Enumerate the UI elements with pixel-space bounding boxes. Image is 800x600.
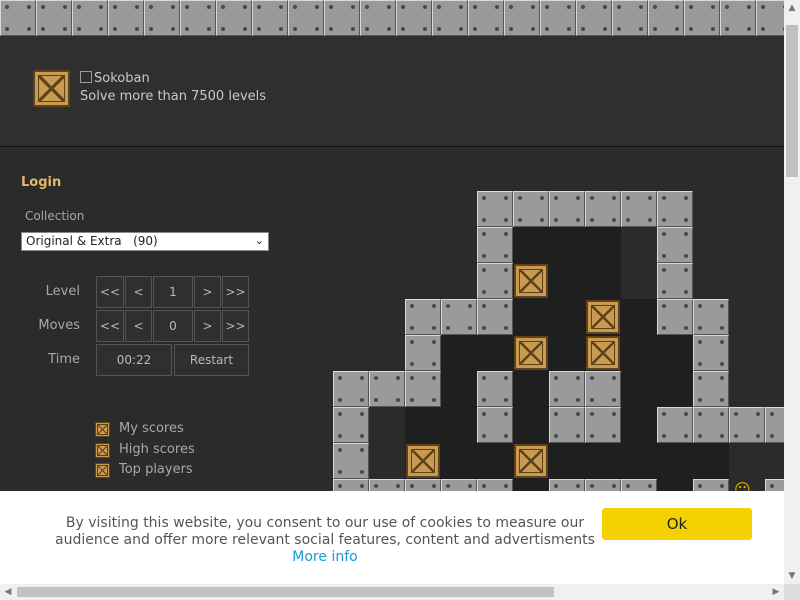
wall-tile [441,299,477,335]
my-scores-label: My scores [119,421,184,436]
level-prev-button[interactable]: < [125,276,152,308]
wall-tile [513,191,549,227]
wall-tile [477,263,513,299]
chevron-down-icon: ⌄ [254,234,264,247]
crate-icon[interactable] [406,444,440,478]
high-scores-label: High scores [119,442,195,457]
cookie-message: By visiting this website, you consent to… [40,515,610,566]
crate-icon [95,443,110,458]
wall-tile [729,407,765,443]
more-info-link[interactable]: More info [292,549,357,565]
vertical-scroll-thumb[interactable] [786,25,798,177]
wall-tile [333,443,369,479]
wall-tile [585,407,621,443]
time-display: 00:22 [96,344,172,376]
wall-tile [549,407,585,443]
crate-icon[interactable] [514,336,548,370]
wall-tile [657,407,693,443]
wall-tile [657,191,693,227]
moves-prev-button[interactable]: < [125,310,152,342]
level-number[interactable]: 1 [153,276,193,308]
wall-tile [405,335,441,371]
collection-label: Collection [25,209,85,223]
moves-last-button[interactable]: >> [222,310,249,342]
wall-tile [549,191,585,227]
crate-icon[interactable] [586,336,620,370]
wall-tile [657,299,693,335]
wall-tile [657,227,693,263]
scroll-right-icon[interactable]: ▶ [768,584,784,600]
crate-icon [95,463,110,478]
moves-next-button[interactable]: > [194,310,221,342]
wall-tile [369,371,405,407]
wall-tile [693,335,729,371]
wall-tile [693,371,729,407]
wall-tile [585,371,621,407]
cookie-banner: By visiting this website, you consent to… [0,491,784,584]
login-link[interactable]: Login [21,175,61,190]
wall-tile [585,191,621,227]
wall-tile [477,227,513,263]
wall-tile [477,191,513,227]
crate-icon [95,422,110,437]
crate-icon[interactable] [586,300,620,334]
moves-label: Moves [38,318,80,333]
wall-tile [333,407,369,443]
wall-tile [549,371,585,407]
crate-icon[interactable] [514,444,548,478]
wall-tile [405,299,441,335]
wall-tile [477,371,513,407]
wall-tile [405,371,441,407]
scroll-left-icon[interactable]: ◀ [0,584,16,600]
scrollbar-corner [784,584,800,600]
restart-button[interactable]: Restart [174,344,249,376]
scroll-down-icon[interactable]: ▼ [784,568,800,584]
wall-tile [477,299,513,335]
cookie-text: By visiting this website, you consent to… [55,515,595,548]
time-label: Time [48,352,80,367]
wall-tile [621,191,657,227]
scroll-up-icon[interactable]: ▲ [784,0,800,16]
level-label: Level [45,284,80,299]
top-players-label: Top players [119,462,193,477]
level-last-button[interactable]: >> [222,276,249,308]
moves-count: 0 [153,310,193,342]
crate-icon[interactable] [514,264,548,298]
wall-tile [693,299,729,335]
wall-tile [477,407,513,443]
horizontal-scroll-thumb[interactable] [17,587,554,597]
level-first-button[interactable]: << [96,276,124,308]
cookie-ok-button[interactable]: Ok [602,508,752,540]
wall-tile [765,407,784,443]
moves-first-button[interactable]: << [96,310,124,342]
collection-select[interactable]: Original & Extra (90) ⌄ [21,232,269,251]
wall-tile [693,407,729,443]
level-next-button[interactable]: > [194,276,221,308]
wall-tile [333,371,369,407]
wall-tile [657,263,693,299]
collection-value: Original & Extra (90) [26,234,158,248]
